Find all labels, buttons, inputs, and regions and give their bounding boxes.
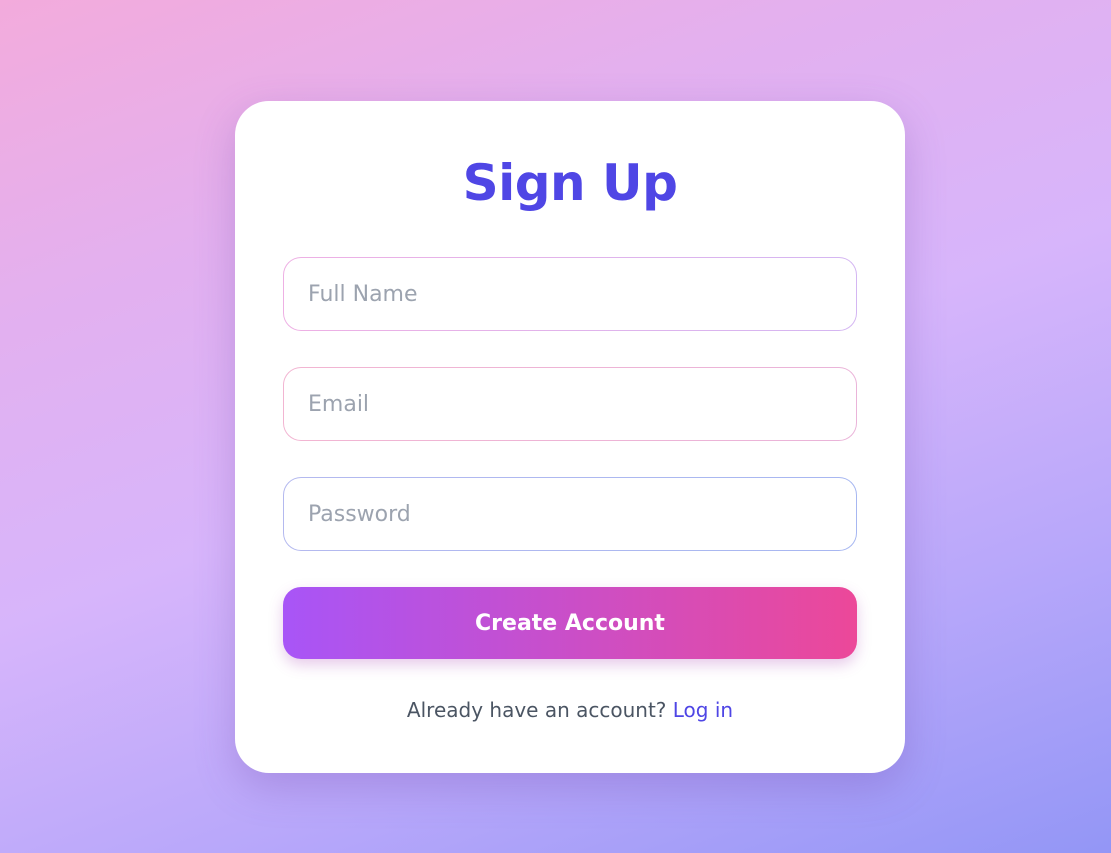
login-link[interactable]: Log in (673, 698, 733, 722)
email-input[interactable] (284, 368, 856, 440)
password-input[interactable] (284, 478, 856, 550)
login-prompt-text: Already have an account? (406, 698, 667, 722)
create-account-button[interactable]: Create Account (283, 587, 857, 659)
full-name-input[interactable] (284, 258, 856, 330)
full-name-field-wrapper (283, 257, 857, 331)
page-title: Sign Up (462, 154, 678, 212)
email-field-wrapper (283, 367, 857, 441)
signup-card: Sign Up Create Account Already have an a… (235, 101, 905, 773)
password-field-wrapper (283, 477, 857, 551)
login-prompt: Already have an account? Log in (235, 698, 905, 722)
